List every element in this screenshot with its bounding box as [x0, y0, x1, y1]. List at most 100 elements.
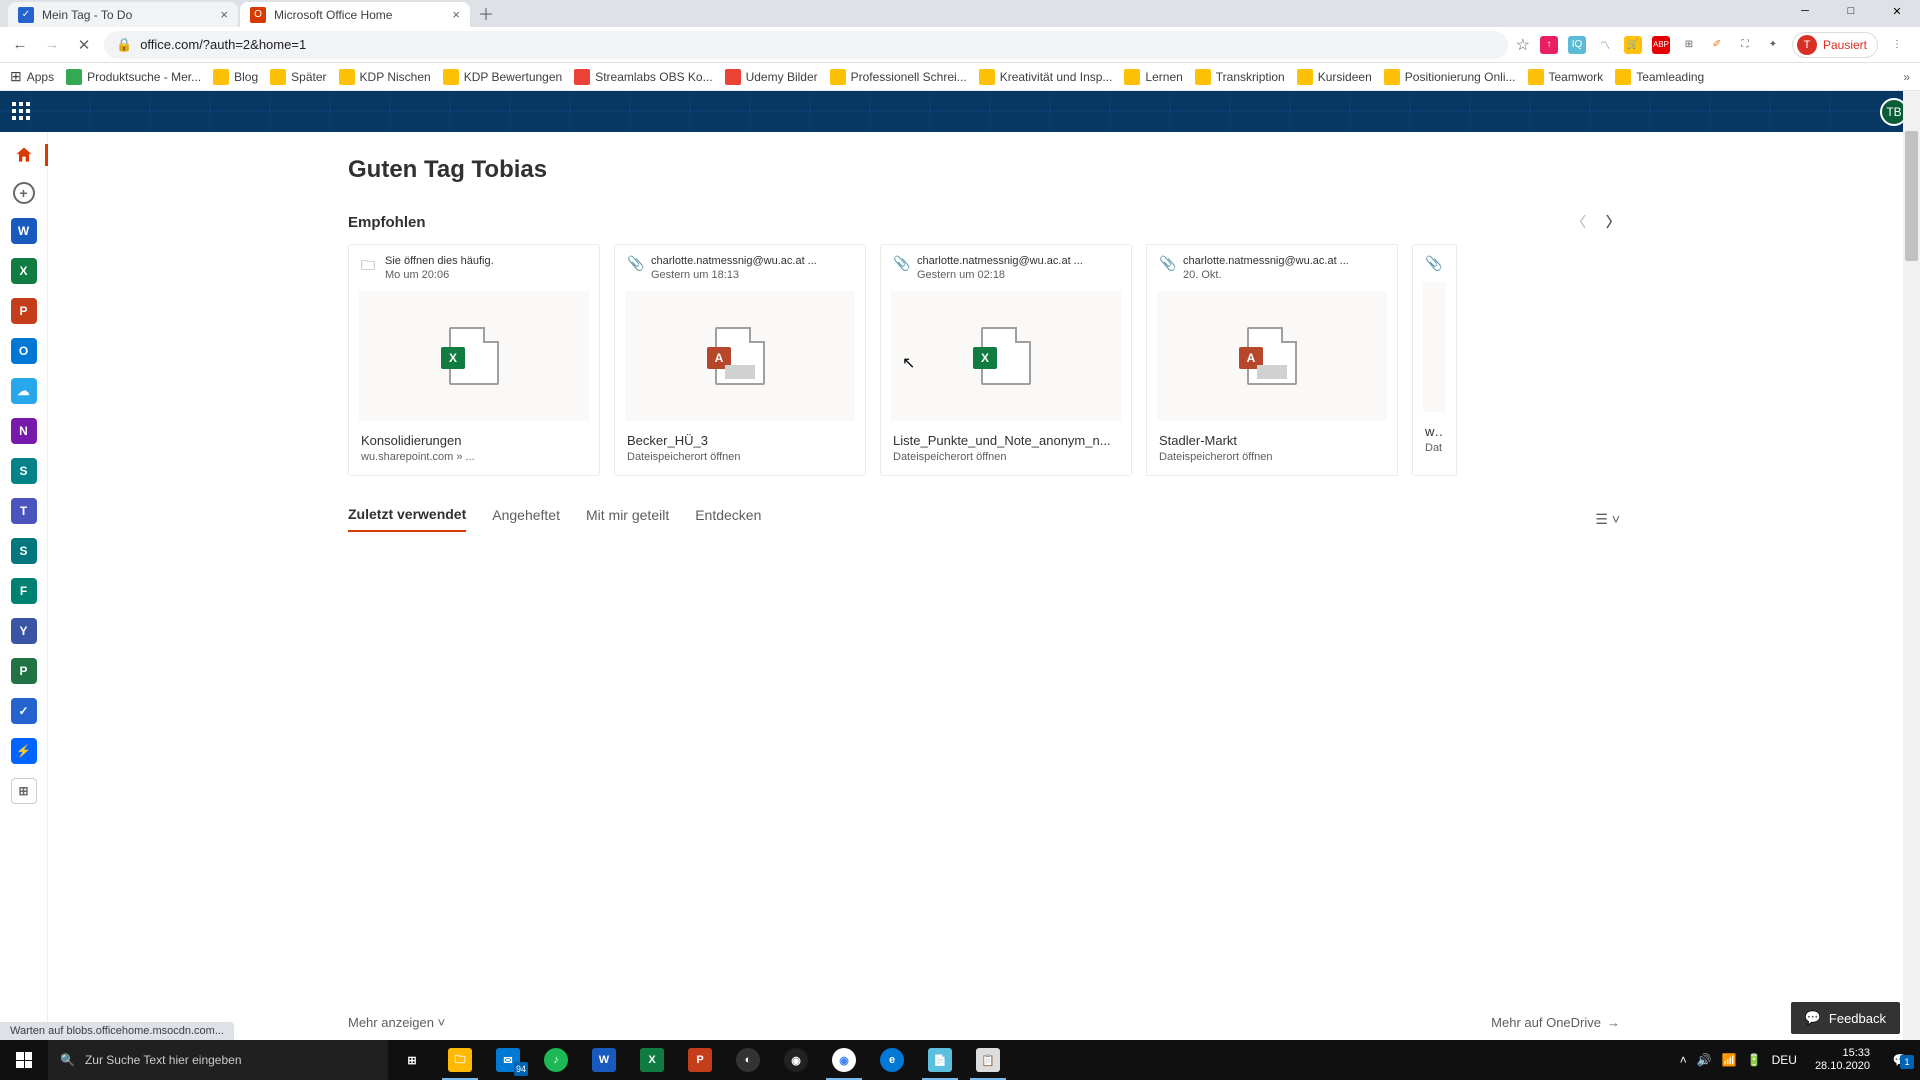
rail-sharepoint-icon[interactable]: S [11, 458, 37, 484]
notifications-icon[interactable]: 💬1 [1888, 1053, 1912, 1067]
show-more-link[interactable]: Mehr anzeigen ˅ [348, 1015, 445, 1030]
recommended-card[interactable]: 📎charlotte.natmessnig@wu.ac.at ...20. Ok… [1146, 244, 1398, 476]
apps-button[interactable]: ⊞Apps [10, 68, 54, 85]
extension-icon[interactable]: IQ [1568, 36, 1586, 54]
taskbar-app[interactable]: ◐ [724, 1040, 772, 1080]
rail-word-icon[interactable]: W [11, 218, 37, 244]
browser-menu-icon[interactable]: ⋮ [1888, 36, 1906, 54]
view-options-icon[interactable]: ☰ ˅ [1595, 511, 1620, 528]
rail-onedrive-icon[interactable]: ☁ [11, 378, 37, 404]
volume-icon[interactable]: 🔊 [1697, 1053, 1712, 1067]
extension-icon[interactable]: ↑ [1540, 36, 1558, 54]
language-indicator[interactable]: DEU [1772, 1053, 1797, 1067]
rail-create-icon[interactable]: + [13, 182, 35, 204]
rail-excel-icon[interactable]: X [11, 258, 37, 284]
scrollbar-thumb[interactable] [1905, 131, 1918, 261]
extension-icon[interactable]: ⛶ [1736, 36, 1754, 54]
start-button[interactable] [0, 1040, 48, 1080]
bookmarks-overflow-icon[interactable]: » [1903, 70, 1910, 84]
profile-chip[interactable]: T Pausiert [1792, 32, 1878, 58]
taskbar-excel[interactable]: X [628, 1040, 676, 1080]
vertical-scrollbar[interactable] [1903, 91, 1920, 1040]
more-onedrive-link[interactable]: Mehr auf OneDrive → [1491, 1015, 1620, 1030]
bookmark-item[interactable]: Kursideen [1297, 69, 1372, 85]
recommended-card[interactable]: 🗀Sie öffnen dies häufig.Mo um 20:06 X Ko… [348, 244, 600, 476]
close-tab-icon[interactable]: × [220, 7, 228, 22]
carousel-prev-icon[interactable]: 〈 [1572, 212, 1586, 232]
tab-pinned[interactable]: Angeheftet [492, 507, 560, 531]
bookmark-item[interactable]: Teamwork [1528, 69, 1604, 85]
tab-discover[interactable]: Entdecken [695, 507, 761, 531]
bookmark-item[interactable]: Professionell Schrei... [830, 69, 967, 85]
rail-outlook-icon[interactable]: O [11, 338, 37, 364]
battery-icon[interactable]: 🔋 [1747, 1053, 1762, 1067]
tab-recent[interactable]: Zuletzt verwendet [348, 506, 466, 532]
extensions-menu-icon[interactable]: ✦ [1764, 36, 1782, 54]
recommended-card[interactable]: 📎charlotte.natmessnig@wu.ac.at ...Gester… [880, 244, 1132, 476]
rail-forms-icon[interactable]: F [11, 578, 37, 604]
bookmark-item[interactable]: Transkription [1195, 69, 1285, 85]
rail-teams-icon[interactable]: T [11, 498, 37, 524]
extension-icon[interactable]: 🛒 [1624, 36, 1642, 54]
rail-powerpoint-icon[interactable]: P [11, 298, 37, 324]
extension-icon[interactable]: 〽 [1596, 36, 1614, 54]
rail-planner-icon[interactable]: P [11, 658, 37, 684]
bookmark-item[interactable]: Lernen [1124, 69, 1182, 85]
bookmark-item[interactable]: Udemy Bilder [725, 69, 818, 85]
taskbar-obs[interactable]: ◉ [772, 1040, 820, 1080]
star-icon[interactable]: ☆ [1516, 35, 1530, 55]
search-icon: 🔍 [60, 1053, 75, 1067]
close-tab-icon[interactable]: × [452, 7, 460, 22]
abp-icon[interactable]: ABP [1652, 36, 1670, 54]
bookmark-item[interactable]: Kreativität und Insp... [979, 69, 1113, 85]
forward-button[interactable]: → [40, 33, 64, 57]
taskbar-spotify[interactable]: ♪ [532, 1040, 580, 1080]
rail-sway-icon[interactable]: S [11, 538, 37, 564]
close-window-button[interactable]: ✕ [1874, 0, 1920, 22]
rail-onenote-icon[interactable]: N [11, 418, 37, 444]
bookmark-item[interactable]: Teamleading [1615, 69, 1704, 85]
taskbar-clock[interactable]: 15:33 28.10.2020 [1807, 1047, 1878, 1073]
taskbar-app[interactable]: 📋 [964, 1040, 1012, 1080]
minimize-button[interactable]: ─ [1782, 0, 1828, 22]
recommended-card[interactable]: 📎charlotte.natmessnig@wu.ac.at ...Gester… [614, 244, 866, 476]
new-tab-button[interactable]: ＋ [472, 0, 500, 27]
browser-tab-office[interactable]: O Microsoft Office Home × [240, 2, 470, 27]
browser-tab-todo[interactable]: ✓ Mein Tag - To Do × [8, 2, 238, 27]
back-button[interactable]: ← [8, 33, 32, 57]
taskbar-search[interactable]: 🔍 Zur Suche Text hier eingeben [48, 1040, 388, 1080]
rail-automate-icon[interactable]: ⚡ [11, 738, 37, 764]
taskbar-edge[interactable]: e [868, 1040, 916, 1080]
task-view-icon[interactable]: ⊞ [388, 1040, 436, 1080]
taskbar-chrome[interactable]: ◉ [820, 1040, 868, 1080]
bookmark-item[interactable]: Später [270, 69, 326, 85]
app-launcher-icon[interactable] [12, 102, 32, 122]
rail-yammer-icon[interactable]: Y [11, 618, 37, 644]
bookmark-item[interactable]: Positionierung Onli... [1384, 69, 1516, 85]
app-rail: + W X P O ☁ N S T S F Y P ✓ ⚡ ⊞ [0, 132, 48, 1040]
url-field[interactable]: 🔒 office.com/?auth=2&home=1 [104, 31, 1508, 59]
taskbar-mail[interactable]: ✉94 [484, 1040, 532, 1080]
bookmark-item[interactable]: KDP Bewertungen [443, 69, 563, 85]
extension-icon[interactable]: ⊞ [1680, 36, 1698, 54]
reload-button[interactable]: ✕ [72, 33, 96, 57]
wifi-icon[interactable]: 📶 [1722, 1053, 1737, 1067]
taskbar-word[interactable]: W [580, 1040, 628, 1080]
bookmark-item[interactable]: KDP Nischen [339, 69, 431, 85]
rail-home-icon[interactable] [11, 142, 37, 168]
taskbar-powerpoint[interactable]: P [676, 1040, 724, 1080]
bookmark-item[interactable]: Blog [213, 69, 258, 85]
rail-todo-icon[interactable]: ✓ [11, 698, 37, 724]
carousel-next-icon[interactable]: 〉 [1606, 212, 1620, 232]
tray-overflow-icon[interactable]: ˄ [1680, 1053, 1687, 1067]
feedback-button[interactable]: 💬 Feedback [1791, 1002, 1900, 1034]
bookmark-item[interactable]: Streamlabs OBS Ko... [574, 69, 712, 85]
extension-icon[interactable]: ✐ [1708, 36, 1726, 54]
recommended-card-partial[interactable]: 📎 ws.Dat [1412, 244, 1457, 476]
tab-shared[interactable]: Mit mir geteilt [586, 507, 669, 531]
maximize-button[interactable]: □ [1828, 0, 1874, 22]
taskbar-notepad[interactable]: 📄 [916, 1040, 964, 1080]
bookmark-item[interactable]: Produktsuche - Mer... [66, 69, 201, 85]
rail-all-apps-icon[interactable]: ⊞ [11, 778, 37, 804]
taskbar-explorer[interactable]: 🗀 [436, 1040, 484, 1080]
